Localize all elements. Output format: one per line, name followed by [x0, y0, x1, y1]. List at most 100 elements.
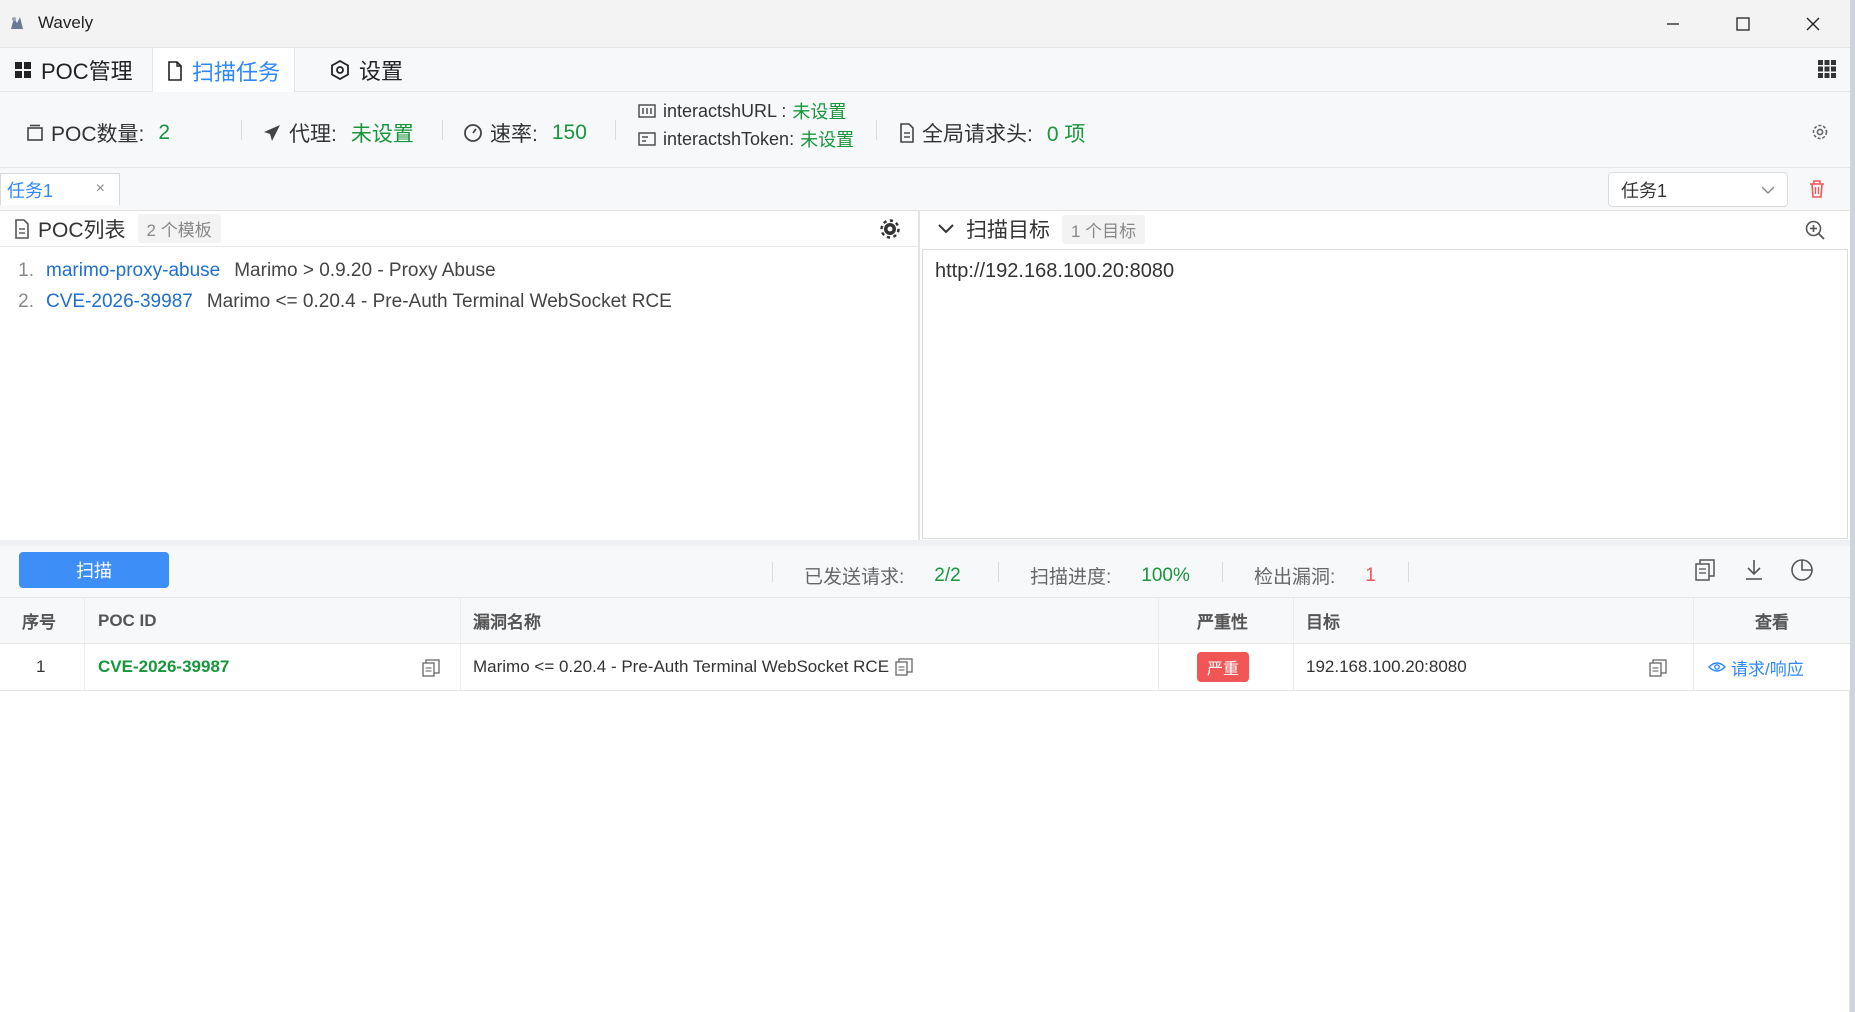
- box-icon: [27, 124, 43, 141]
- app-window: Wavely POC管理 扫描任务 设置 POC数量: 2 代理: 未设置 速率…: [0, 0, 1850, 1012]
- gear-icon[interactable]: [1810, 122, 1830, 142]
- row-poc-id-cell: CVE-2026-39987: [85, 644, 461, 690]
- task-tab-label: 任务1: [7, 180, 54, 201]
- divider: [1222, 562, 1223, 582]
- table-row[interactable]: 1 CVE-2026-39987 Marimo <= 0.20.4 - Pre-…: [0, 644, 1850, 691]
- eye-icon: [1708, 662, 1726, 672]
- speedometer-icon: [464, 124, 482, 142]
- poc-list-item[interactable]: 1. marimo-proxy-abuse Marimo > 0.9.20 - …: [0, 255, 918, 286]
- maximize-icon: [1736, 17, 1750, 31]
- proxy-value: 未设置: [350, 123, 414, 146]
- close-task-tab-button[interactable]: ×: [96, 180, 105, 198]
- poc-name: Marimo <= 0.20.4 - Pre-Auth Terminal Web…: [206, 290, 672, 312]
- file-icon: [168, 60, 182, 81]
- copy-icon[interactable]: [422, 659, 440, 677]
- document-icon: [900, 123, 914, 143]
- column-header-view: 查看: [1755, 613, 1789, 632]
- chevron-down-icon: [1761, 186, 1775, 194]
- poc-count-label: POC数量:: [51, 123, 145, 146]
- global-headers-label: 全局请求头:: [922, 123, 1033, 146]
- vulns-found-label: 检出漏洞:: [1254, 567, 1336, 588]
- poc-count-badge: 2 个模板: [137, 214, 221, 243]
- scan-toolbar: 扫描 已发送请求: 2/2 扫描进度: 100% 检出漏洞: 1: [0, 546, 1850, 598]
- close-window-button[interactable]: [1778, 0, 1848, 48]
- poc-list-item[interactable]: 2. CVE-2026-39987 Marimo <= 0.20.4 - Pre…: [0, 286, 918, 317]
- target-input[interactable]: http://192.168.100.20:8080: [922, 249, 1848, 539]
- row-target: 192.168.100.20:8080: [1306, 657, 1467, 676]
- tab-label: 扫描任务: [192, 59, 281, 85]
- row-severity-cell: 严重: [1159, 644, 1294, 690]
- app-logo-icon: [11, 17, 23, 29]
- scan-button[interactable]: 扫描: [19, 552, 169, 588]
- poc-id-link[interactable]: marimo-proxy-abuse: [46, 260, 220, 282]
- download-icon[interactable]: [1743, 558, 1765, 582]
- poc-count-value: 2: [158, 121, 171, 144]
- table-header-row: 序号 POC ID 漏洞名称 严重性 目标 查看: [0, 598, 1850, 644]
- poc-index: 2.: [18, 290, 34, 312]
- target-count-badge: 1 个目标: [1062, 214, 1146, 244]
- column-header-target: 目标: [1294, 598, 1694, 643]
- sent-requests-value: 2/2: [934, 564, 961, 586]
- divider: [998, 562, 999, 582]
- gear-icon[interactable]: [880, 219, 900, 239]
- poc-list: 1. marimo-proxy-abuse Marimo > 0.9.20 - …: [0, 255, 918, 317]
- row-target-cell: 192.168.100.20:8080: [1294, 644, 1694, 690]
- interactsh-url-label: interactshURL :: [663, 100, 787, 121]
- apps-grid-icon[interactable]: [1818, 60, 1836, 78]
- task-select-value: 任务1: [1621, 180, 1668, 201]
- view-request-response-link[interactable]: 请求/响应: [1708, 655, 1804, 680]
- vulns-found-stat: 检出漏洞: 1: [1254, 562, 1376, 589]
- row-index: 1: [0, 644, 85, 690]
- task-select[interactable]: 任务1: [1608, 172, 1788, 207]
- severity-badge: 严重: [1197, 652, 1250, 682]
- interactsh-token-label: interactshToken:: [663, 128, 795, 149]
- poc-name: Marimo > 0.9.20 - Proxy Abuse: [234, 259, 496, 281]
- scan-target-header: 扫描目标 1 个目标: [922, 211, 1850, 247]
- proxy-stat: 代理: 未设置: [262, 118, 414, 148]
- rate-stat: 速率: 150: [463, 118, 587, 148]
- column-header-poc-id: POC ID: [85, 598, 461, 643]
- view-link-label: 请求/响应: [1731, 659, 1804, 679]
- tab-settings[interactable]: 设置: [316, 48, 417, 92]
- window-edge: [1850, 0, 1855, 1012]
- column-header-vuln-name: 漏洞名称: [461, 598, 1159, 643]
- title-bar: Wavely: [0, 0, 1850, 48]
- main-tab-bar: POC管理 扫描任务 设置: [0, 48, 1850, 93]
- column-header-index: 序号: [0, 598, 85, 643]
- trash-icon[interactable]: [1808, 179, 1826, 199]
- close-icon: [1806, 17, 1820, 31]
- interactsh-url-stat: interactshURL : 未设置: [638, 98, 846, 124]
- poc-id-link[interactable]: CVE-2026-39987: [46, 291, 193, 313]
- poc-list-title: POC列表: [38, 218, 126, 242]
- vulns-found-value: 1: [1365, 564, 1376, 586]
- tab-label: 设置: [359, 59, 404, 84]
- divider: [241, 120, 242, 140]
- pie-chart-icon[interactable]: [1790, 558, 1814, 582]
- row-vuln-name: Marimo <= 0.20.4 - Pre-Auth Terminal Web…: [473, 657, 890, 676]
- copy-icon[interactable]: [1694, 558, 1716, 582]
- config-status-bar: POC数量: 2 代理: 未设置 速率: 150 interactshURL:…: [0, 92, 1850, 168]
- task-tab-bar: 任务1 × 任务1: [0, 168, 1850, 211]
- tab-scan-tasks[interactable]: 扫描任务: [152, 48, 296, 93]
- column-header-severity: 严重性: [1159, 598, 1294, 643]
- scan-target-title: 扫描目标: [966, 219, 1050, 242]
- copy-icon[interactable]: [895, 658, 913, 676]
- divider: [772, 562, 773, 582]
- terminal-icon: [638, 104, 656, 118]
- send-icon: [264, 125, 280, 141]
- divider: [876, 120, 877, 140]
- tab-label: POC管理: [41, 59, 133, 84]
- scan-progress-value: 100%: [1141, 564, 1190, 586]
- maximize-button[interactable]: [1708, 0, 1778, 48]
- zoom-in-icon[interactable]: [1804, 219, 1826, 241]
- global-headers-value: 0 项: [1046, 123, 1086, 146]
- task-tab[interactable]: 任务1 ×: [0, 173, 120, 205]
- minimize-button[interactable]: [1638, 0, 1708, 48]
- rate-value: 150: [551, 121, 587, 144]
- scan-target-panel: 扫描目标 1 个目标 http://192.168.100.20:8080: [922, 211, 1850, 540]
- chevron-down-icon[interactable]: [938, 223, 954, 235]
- settings-hexagon-icon: [331, 60, 349, 80]
- copy-icon[interactable]: [1649, 659, 1667, 677]
- tab-poc-management[interactable]: POC管理: [0, 48, 147, 92]
- proxy-label: 代理:: [289, 123, 337, 146]
